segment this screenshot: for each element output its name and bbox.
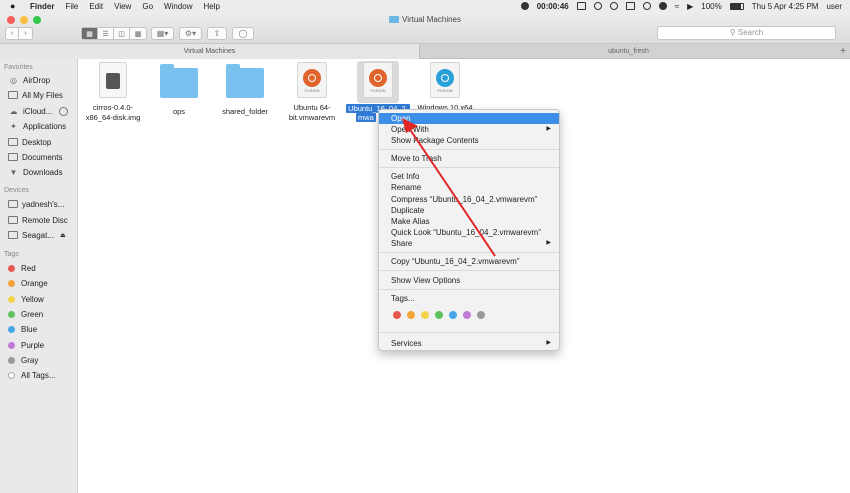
- annotation-arrow-icon: [402, 118, 496, 257]
